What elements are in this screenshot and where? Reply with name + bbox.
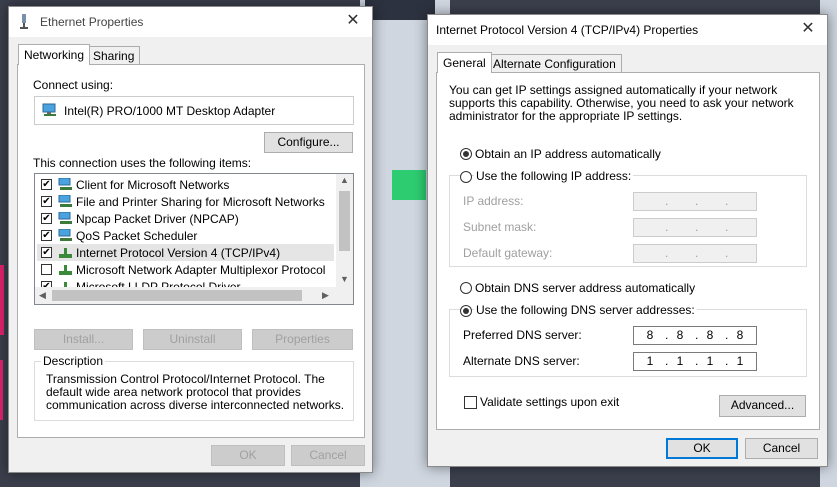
networking-panel: Connect using: Intel(R) PRO/1000 MT Desk… [17, 64, 365, 438]
description-text: Transmission Control Protocol/Internet P… [46, 372, 345, 412]
scroll-down-icon[interactable]: ▼ [340, 274, 349, 284]
description-group: Description Transmission Control Protoco… [34, 354, 354, 421]
ip-address-field[interactable]: ... [633, 192, 757, 211]
use-following-dns-radio[interactable] [460, 305, 472, 317]
configure-button[interactable]: Configure... [264, 132, 353, 153]
horizontal-scrollbar[interactable]: ◀ ▶ [35, 287, 336, 304]
item-checkbox[interactable]: ✔ [41, 213, 52, 224]
item-label: QoS Packet Scheduler [76, 229, 198, 243]
list-item[interactable]: ✔ Npcap Packet Driver (NPCAP) [37, 210, 334, 227]
close-button[interactable]: ✕ [799, 20, 817, 38]
advanced-button[interactable]: Advanced... [719, 395, 806, 417]
preferred-dns-label: Preferred DNS server: [463, 328, 582, 342]
obtain-ip-auto-label[interactable]: Obtain an IP address automatically [475, 147, 661, 161]
close-button[interactable]: ✕ [344, 12, 362, 30]
default-gateway-field[interactable]: ... [633, 244, 757, 263]
default-gateway-label: Default gateway: [463, 246, 553, 260]
item-checkbox[interactable] [41, 264, 52, 275]
preferred-dns-field[interactable]: 8 . 8 . 8 . 8 [633, 326, 757, 345]
network-component-icon [58, 211, 73, 228]
dns-group: Use the following DNS server addresses: … [449, 303, 807, 377]
item-label: Internet Protocol Version 4 (TCP/IPv4) [76, 246, 281, 260]
list-item[interactable]: ✔ Client for Microsoft Networks [37, 176, 334, 193]
ok-button[interactable]: OK [211, 445, 285, 466]
properties-button[interactable]: Properties [252, 329, 353, 350]
scroll-thumb-horizontal[interactable] [52, 290, 302, 301]
adapter-field: Intel(R) PRO/1000 MT Desktop Adapter [34, 96, 354, 125]
item-label: Npcap Packet Driver (NPCAP) [76, 212, 239, 226]
list-item[interactable]: ✔ File and Printer Sharing for Microsoft … [37, 193, 334, 210]
ip-address-label: IP address: [463, 194, 524, 208]
validate-checkbox[interactable] [464, 396, 477, 409]
tab-networking[interactable]: Networking [18, 44, 91, 65]
cancel-button[interactable]: Cancel [291, 445, 365, 466]
description-label: Description [41, 354, 106, 368]
subnet-mask-label: Subnet mask: [463, 220, 537, 234]
scroll-right-icon[interactable]: ▶ [322, 290, 329, 301]
uninstall-button[interactable]: Uninstall [143, 329, 242, 350]
vertical-scrollbar[interactable]: ▲ ▼ [336, 174, 353, 287]
alternate-dns-field[interactable]: 1 . 1 . 1 . 1 [633, 352, 757, 371]
use-following-ip-label[interactable]: Use the following IP address: [474, 169, 634, 183]
validate-label[interactable]: Validate settings upon exit [480, 395, 619, 409]
network-component-icon [58, 177, 73, 194]
scroll-up-icon[interactable]: ▲ [340, 175, 349, 185]
adapter-name: Intel(R) PRO/1000 MT Desktop Adapter [64, 104, 276, 118]
item-label: Client for Microsoft Networks [76, 178, 230, 192]
window-title: Internet Protocol Version 4 (TCP/IPv4) P… [436, 23, 699, 37]
network-component-icon [58, 246, 73, 262]
network-component-icon [58, 194, 73, 211]
subnet-mask-field[interactable]: ... [633, 218, 757, 237]
list-item[interactable]: ✔ QoS Packet Scheduler [37, 227, 334, 244]
connect-using-label: Connect using: [33, 78, 114, 92]
tab-alternate-configuration[interactable]: Alternate Configuration [487, 54, 622, 73]
cancel-button[interactable]: Cancel [745, 438, 818, 459]
adapter-icon [42, 103, 58, 120]
item-checkbox[interactable]: ✔ [41, 247, 52, 258]
ethernet-properties-window: Ethernet Properties ✕ Networking Sharing… [8, 6, 373, 473]
network-icon [19, 14, 29, 29]
items-list: ✔ Client for Microsoft Networks ✔ File and … [34, 173, 354, 305]
network-component-icon [58, 263, 73, 279]
install-button[interactable]: Install... [34, 329, 133, 350]
alternate-dns-label: Alternate DNS server: [463, 354, 580, 368]
obtain-dns-auto-label[interactable]: Obtain DNS server address automatically [475, 281, 695, 295]
intro-text: You can get IP settings assigned automat… [449, 83, 794, 123]
obtain-ip-auto-radio[interactable] [460, 148, 472, 160]
scroll-corner [336, 287, 353, 304]
ip-address-group: Use the following IP address: IP address… [449, 169, 807, 267]
obtain-dns-auto-radio[interactable] [460, 282, 472, 294]
scroll-left-icon[interactable]: ◀ [39, 290, 46, 301]
item-checkbox[interactable]: ✔ [41, 230, 52, 241]
network-component-icon [58, 228, 73, 245]
item-checkbox[interactable]: ✔ [41, 179, 52, 190]
use-following-dns-label[interactable]: Use the following DNS server addresses: [474, 303, 697, 317]
item-label: File and Printer Sharing for Microsoft N… [76, 195, 325, 209]
items-label: This connection uses the following items… [33, 156, 252, 170]
general-panel: You can get IP settings assigned automat… [436, 72, 820, 430]
ipv4-properties-window: Internet Protocol Version 4 (TCP/IPv4) P… [427, 14, 828, 467]
title-bar[interactable]: Internet Protocol Version 4 (TCP/IPv4) P… [428, 15, 827, 45]
window-title: Ethernet Properties [40, 15, 144, 29]
list-item[interactable]: ✔ Internet Protocol Version 4 (TCP/IPv4) [37, 244, 334, 261]
tab-general[interactable]: General [437, 52, 492, 73]
tab-sharing[interactable]: Sharing [87, 46, 141, 65]
use-following-ip-radio[interactable] [460, 171, 472, 183]
list-item[interactable]: Microsoft Network Adapter Multiplexor Pr… [37, 261, 334, 278]
title-bar[interactable]: Ethernet Properties ✕ [9, 7, 372, 37]
ok-button[interactable]: OK [666, 438, 738, 459]
item-checkbox[interactable]: ✔ [41, 196, 52, 207]
scroll-thumb[interactable] [339, 191, 350, 251]
item-label: Microsoft Network Adapter Multiplexor Pr… [76, 263, 326, 277]
